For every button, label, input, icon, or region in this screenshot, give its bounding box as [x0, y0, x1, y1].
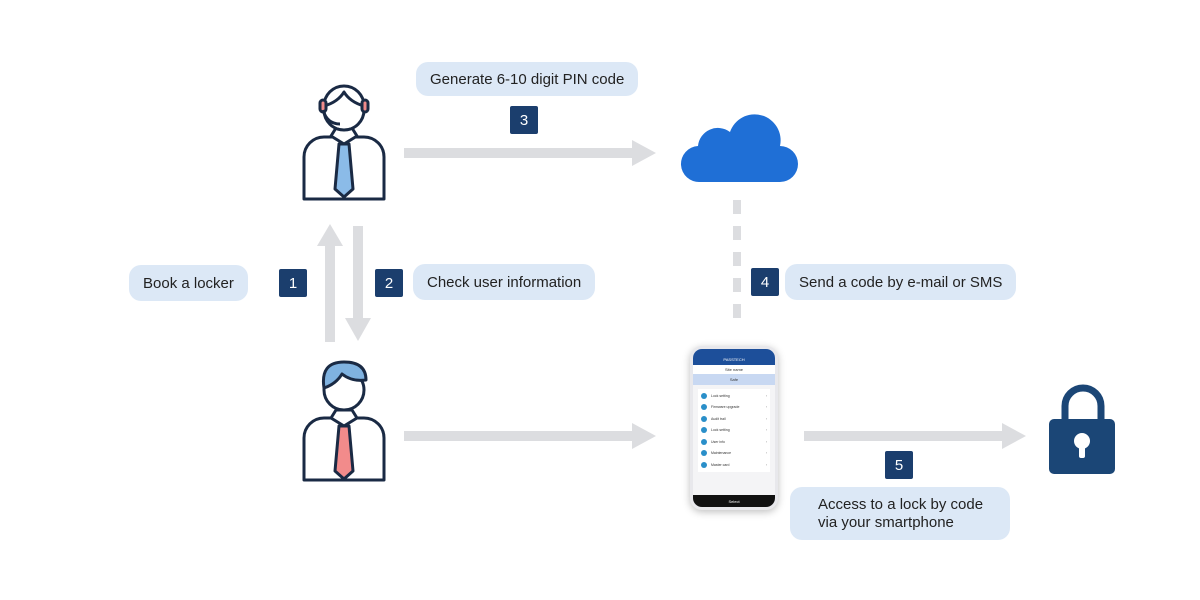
step-5-label: Access to a lock by code via your smartp…: [790, 487, 1010, 540]
user-info-icon: [701, 438, 707, 445]
smartphone: PASSTECH Site name Safe Lock setting › Fi…: [690, 346, 778, 510]
arrow-operator-to-cloud: [404, 140, 656, 166]
step-1-badge: 1: [279, 269, 307, 297]
chevron-right-icon: ›: [765, 405, 767, 410]
phone-menu-item[interactable]: Maintenance ›: [698, 448, 770, 460]
item-label: User info: [711, 439, 726, 444]
item-label: Master card: [711, 462, 730, 467]
item-label: Lock setting: [711, 393, 730, 398]
phone-select-button[interactable]: Select: [693, 495, 775, 507]
item-label: Maintenance: [711, 451, 732, 456]
lock-setting-icon: [701, 427, 707, 434]
phone-section: Safe: [693, 374, 775, 385]
item-label: Audit trail: [711, 416, 726, 421]
phone-menu-item[interactable]: Lock setting ›: [698, 390, 770, 402]
arrow-phone-to-lock: [804, 423, 1026, 449]
chevron-right-icon: ›: [765, 451, 767, 456]
step-2-label: Check user information: [413, 264, 596, 300]
step-1-label: Book a locker: [129, 265, 248, 301]
arrow-operator-to-user: [345, 226, 371, 341]
chevron-right-icon: ›: [765, 462, 767, 467]
step-5-line-2: via your smartphone: [818, 513, 954, 531]
phone-header: PASSTECH: [693, 349, 775, 365]
lock-icon: [1049, 384, 1115, 474]
operator-icon: [302, 84, 386, 201]
chevron-right-icon: ›: [765, 416, 767, 421]
step-3-badge: 3: [510, 106, 538, 134]
phone-menu-item[interactable]: Master card ›: [698, 459, 770, 471]
step-5-line-1: Access to a lock by code: [818, 495, 984, 513]
chevron-right-icon: ›: [765, 439, 767, 444]
card-icon: [701, 461, 707, 468]
step-5-badge: 5: [885, 451, 913, 479]
arrow-user-to-phone: [404, 423, 656, 449]
cloud-icon: [680, 114, 798, 183]
audit-icon: [701, 415, 707, 422]
step-4-badge: 4: [751, 268, 779, 296]
user-icon: [302, 360, 386, 482]
item-label: Firmware upgrade: [711, 405, 740, 410]
phone-menu-item[interactable]: Lock setting ›: [698, 425, 770, 437]
wrench-icon: [701, 450, 707, 457]
upgrade-icon: [701, 404, 707, 411]
step-2-badge: 2: [375, 269, 403, 297]
chevron-right-icon: ›: [765, 428, 767, 433]
phone-menu-item[interactable]: User info ›: [698, 436, 770, 448]
step-4-label: Send a code by e-mail or SMS: [785, 264, 1017, 300]
step-3-label: Generate 6-10 digit PIN code: [416, 62, 639, 96]
phone-menu-item[interactable]: Firmware upgrade ›: [698, 402, 770, 414]
phone-site-name: Site name: [693, 365, 775, 374]
setting-icon: [701, 392, 707, 399]
item-label: Lock setting: [711, 428, 730, 433]
phone-menu: Lock setting › Firmware upgrade › Audit tr…: [698, 389, 770, 472]
chevron-right-icon: ›: [765, 393, 767, 398]
phone-menu-item[interactable]: Audit trail ›: [698, 413, 770, 425]
arrow-user-to-operator: [317, 224, 343, 342]
